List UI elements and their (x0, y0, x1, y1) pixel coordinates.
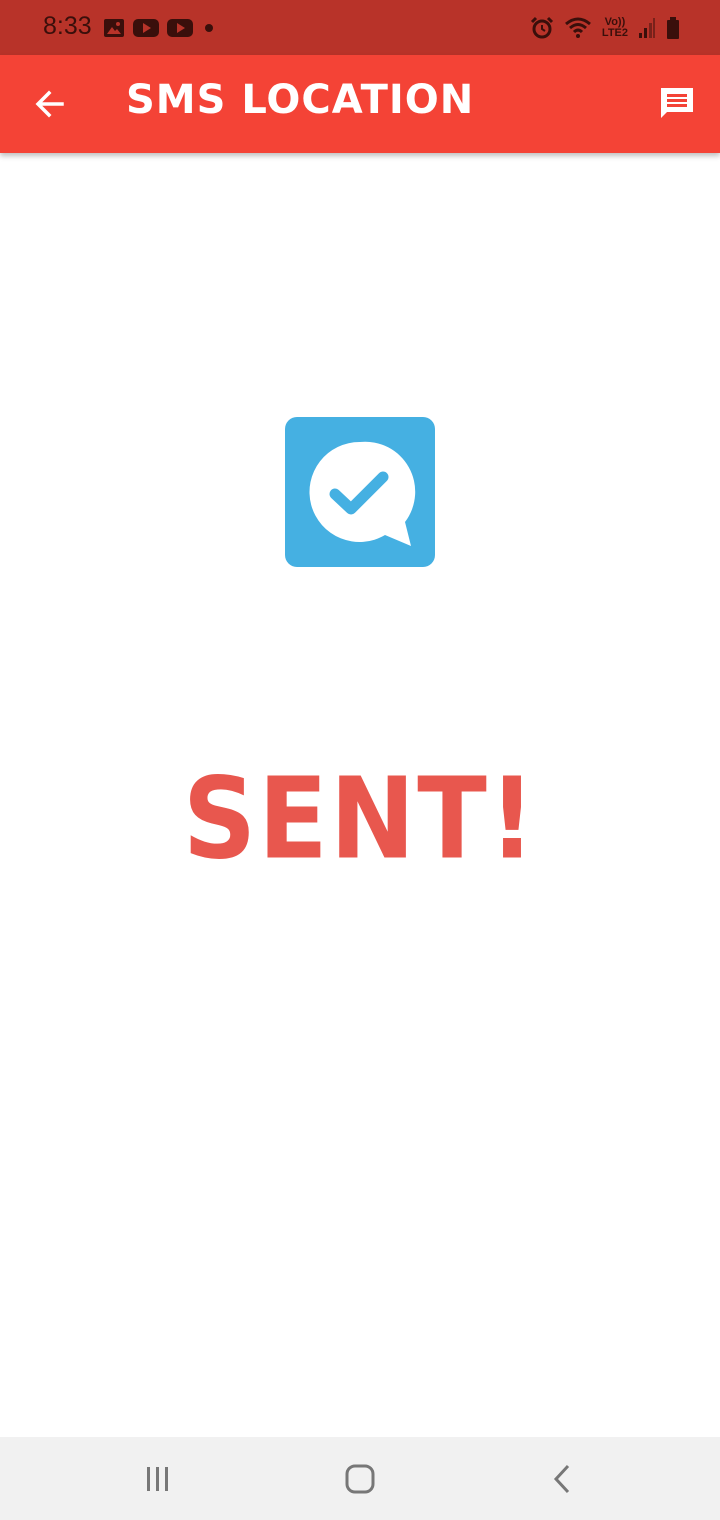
recent-apps-button[interactable] (128, 1455, 188, 1503)
recent-apps-icon (147, 1467, 168, 1491)
arrow-back-icon (35, 90, 64, 118)
back-button[interactable] (26, 80, 74, 128)
page-title: SMS LOCATION (126, 77, 475, 123)
status-time: 8:33 (43, 12, 92, 40)
home-button[interactable] (330, 1455, 390, 1503)
home-icon (345, 1464, 375, 1494)
system-status-icons: Vo)) LTE2 (530, 12, 680, 44)
wifi-icon (564, 17, 591, 38)
message-icon (661, 88, 693, 118)
nav-back-button[interactable] (532, 1455, 592, 1503)
volte-lte2-icon: Vo)) LTE2 (602, 17, 628, 39)
status-bar: 8:33 Vo)) LTE2 (0, 0, 720, 55)
system-nav-bar (0, 1437, 720, 1520)
alarm-icon (530, 16, 553, 39)
lte-label: LTE2 (601, 27, 628, 39)
app-bar: SMS LOCATION (0, 55, 720, 153)
youtube-icon (133, 19, 159, 37)
back-icon (553, 1464, 570, 1494)
signal-icon (639, 18, 655, 38)
image-icon (104, 19, 124, 37)
youtube-icon (167, 19, 193, 37)
message-sent-check-icon (285, 417, 435, 567)
notification-icons (103, 14, 217, 42)
sent-status-text: SENT! (182, 754, 538, 885)
battery-icon (667, 17, 679, 39)
message-button[interactable] (654, 81, 700, 127)
dot-icon (205, 24, 213, 32)
